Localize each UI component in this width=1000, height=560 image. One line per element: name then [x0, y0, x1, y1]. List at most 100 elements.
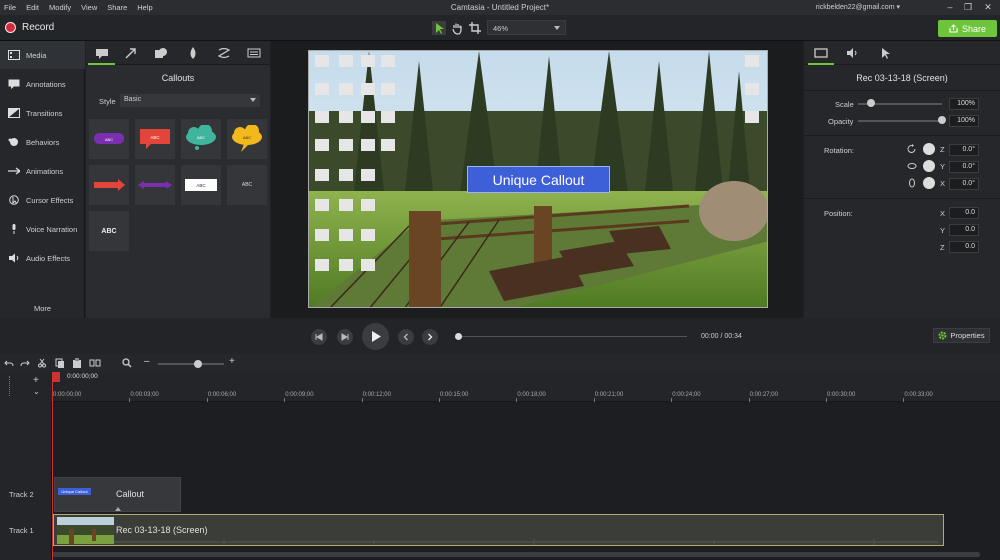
step-back-icon[interactable] — [311, 329, 327, 345]
canvas-callout[interactable]: Unique Callout — [467, 166, 610, 193]
rotation-x-dial[interactable] — [923, 177, 935, 189]
preview-canvas[interactable]: Unique Callout — [308, 50, 768, 308]
account-menu[interactable]: rickbelden22@gmail.com ▾ — [816, 3, 900, 11]
sketch-tab-icon[interactable] — [217, 46, 231, 60]
callout-thumb-white-box[interactable]: ABC — [181, 165, 221, 205]
sidebar-item-transitions[interactable]: Transitions — [0, 99, 85, 127]
properties-panel: Rec 03-13-18 (Screen) Scale 100% Opacity… — [804, 41, 1000, 318]
pan-tool-icon[interactable] — [450, 21, 464, 35]
split-icon[interactable] — [89, 358, 101, 368]
ruler-tick — [826, 398, 827, 402]
zoom-in-icon[interactable]: + — [229, 356, 235, 367]
scale-slider-handle[interactable] — [866, 99, 875, 107]
select-tool-icon[interactable] — [432, 21, 446, 35]
timeline-zoom-handle[interactable] — [194, 360, 202, 368]
zoom-out-icon[interactable]: – — [144, 356, 150, 367]
scrub-handle[interactable] — [455, 333, 462, 340]
share-button[interactable]: Share — [938, 20, 997, 37]
position-z-input[interactable]: 0.0 — [949, 241, 979, 253]
transition-icon — [8, 108, 20, 118]
callout-tab-icon[interactable] — [95, 46, 109, 60]
recording-clip[interactable]: Rec 03-13-18 (Screen) — [53, 514, 944, 546]
scale-input[interactable]: 100% — [949, 98, 979, 110]
callout-clip[interactable]: Unique Callout Callout — [54, 477, 181, 512]
cursor-tab-icon[interactable] — [878, 46, 892, 60]
timeline-scrollbar[interactable] — [52, 552, 980, 557]
callout-thumb-red-speech[interactable]: ABC — [135, 119, 175, 159]
ruler-tick-label: 0:00:12;00 — [362, 392, 391, 398]
redo-icon[interactable] — [20, 358, 30, 368]
callout-thumb-text-bold[interactable]: ABC — [89, 211, 129, 251]
cursor-icon — [9, 195, 19, 205]
play-icon[interactable] — [362, 323, 389, 350]
record-button[interactable]: Record — [5, 22, 54, 33]
sidebar-item-behaviors[interactable]: Behaviors — [0, 128, 85, 156]
opacity-slider[interactable] — [858, 120, 942, 122]
copy-icon[interactable] — [55, 358, 65, 368]
callout-thumb-purple-bubble[interactable]: ABC — [89, 119, 129, 159]
rotate-x-icon — [907, 178, 917, 188]
sidebar-item-cursor-effects[interactable]: Cursor Effects — [0, 186, 85, 214]
crop-tool-icon[interactable] — [468, 21, 482, 35]
scrub-bar[interactable] — [457, 336, 687, 337]
time-ruler[interactable]: 0:00:00;00 0:00:03;00 0:00:06;00 0:00:09;00… — [52, 372, 1000, 402]
sidebar-item-animations[interactable]: Animations — [0, 157, 85, 185]
sidebar-item-annotations[interactable]: Annotations — [0, 70, 85, 98]
ruler-tick — [903, 398, 905, 402]
divider — [804, 198, 1000, 199]
step-forward-icon[interactable] — [337, 329, 353, 345]
rotation-z-dial[interactable] — [923, 143, 935, 155]
ruler-tick-label: 0:00:03;00 — [130, 392, 159, 398]
properties-button[interactable]: Properties — [933, 328, 990, 343]
previous-marker-icon[interactable] — [398, 329, 414, 345]
position-x-input[interactable]: 0.0 — [949, 207, 979, 219]
opacity-slider-handle[interactable] — [938, 116, 946, 124]
next-marker-icon[interactable] — [422, 329, 438, 345]
visual-tab-icon[interactable] — [814, 46, 828, 60]
style-select[interactable]: Basic — [120, 94, 260, 107]
rotation-y-dial[interactable] — [923, 160, 935, 172]
timeline-zoom-slider[interactable] — [158, 363, 224, 365]
recording-clip-label: Rec 03-13-18 (Screen) — [116, 525, 208, 535]
annotation-icon — [8, 79, 20, 89]
callout-thumb-text-small[interactable]: ABC — [227, 165, 267, 205]
arrow-tab-icon[interactable] — [124, 46, 138, 60]
playhead[interactable] — [52, 372, 60, 382]
sidebar-item-media[interactable]: Media — [0, 41, 85, 69]
add-track-icon[interactable]: + — [33, 375, 39, 386]
canvas-area: Unique Callout — [271, 41, 803, 318]
zoom-select[interactable]: 46% — [487, 20, 566, 35]
ruler-tick-label: 0:00:21;00 — [594, 392, 624, 398]
undo-icon[interactable] — [4, 358, 14, 368]
sidebar-item-audio-effects[interactable]: Audio Effects — [0, 244, 85, 272]
opacity-input[interactable]: 100% — [949, 115, 979, 127]
panel-tabs — [86, 41, 270, 65]
more-button[interactable]: More — [0, 304, 85, 313]
ruler-tick-label: 0:00:24;00 — [672, 392, 701, 398]
sidebar-item-label: Animations — [26, 166, 64, 176]
blur-tab-icon[interactable] — [186, 46, 200, 60]
cut-icon[interactable] — [37, 358, 47, 368]
paste-icon[interactable] — [72, 358, 82, 368]
rotate-z-icon — [907, 144, 917, 154]
rotation-z-input[interactable]: 0.0° — [949, 144, 979, 156]
callout-thumb-red-arrow[interactable] — [89, 165, 129, 205]
callout-thumb-purple-arrow[interactable] — [135, 165, 175, 205]
callout-thumb-green-cloud[interactable]: ABC — [181, 119, 221, 159]
rotation-y-input[interactable]: 0.0° — [949, 161, 979, 173]
chevron-down-icon[interactable]: ⌄ — [33, 387, 40, 396]
callout-thumb-yellow-thought[interactable]: ABC — [227, 119, 267, 159]
minimize-icon[interactable]: – — [944, 2, 956, 12]
rotation-x-input[interactable]: 0.0° — [949, 178, 979, 190]
position-y-input[interactable]: 0.0 — [949, 224, 979, 236]
sidebar-item-label: Annotations — [26, 79, 66, 89]
audio-tab-icon[interactable] — [846, 46, 860, 60]
ruler-tick — [593, 398, 595, 402]
keystroke-tab-icon[interactable] — [247, 46, 261, 60]
shape-tab-icon[interactable] — [154, 46, 168, 60]
restore-icon[interactable]: ❐ — [962, 2, 974, 12]
record-label: Record — [22, 22, 55, 33]
animation-icon — [8, 167, 20, 175]
sidebar-item-voice-narration[interactable]: Voice Narration — [0, 215, 85, 243]
close-icon[interactable]: ✕ — [982, 2, 994, 12]
